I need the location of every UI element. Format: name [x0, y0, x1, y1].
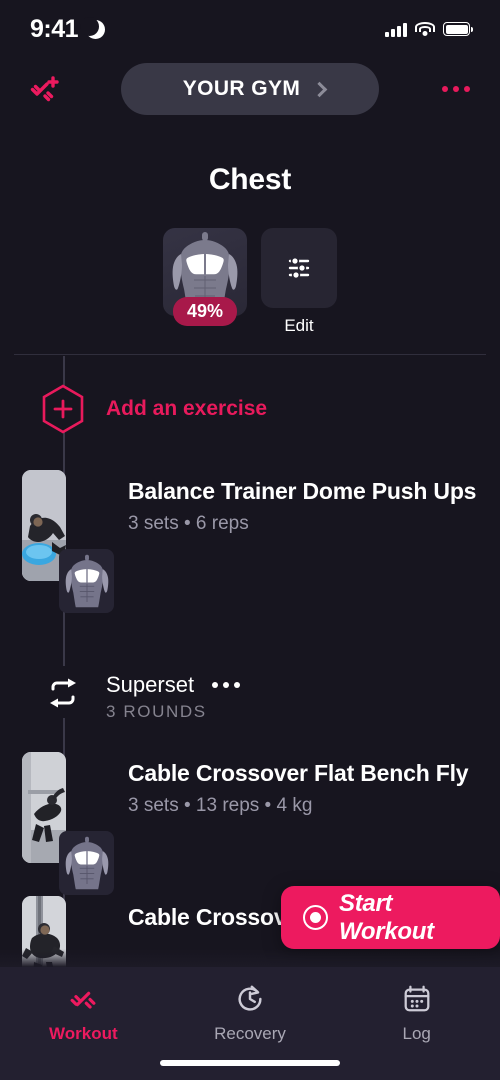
- home-indicator: [160, 1060, 340, 1066]
- status-left: 9:41: [30, 14, 106, 44]
- crescent-moon-icon: [80, 16, 106, 39]
- gym-selector-button[interactable]: YOUR GYM: [121, 63, 379, 115]
- gym-label: YOUR GYM: [182, 77, 301, 100]
- page-title: Chest: [208, 163, 292, 196]
- hexagon-plus-icon: [39, 382, 87, 436]
- add-workout-button[interactable]: [22, 67, 66, 111]
- muscle-badge-1: [59, 549, 114, 613]
- superset-rounds: 3 ROUNDS: [106, 702, 207, 721]
- tab-log[interactable]: Log: [333, 983, 500, 1044]
- exercise-meta: 3 sets • 13 reps • 4 kg: [128, 795, 313, 817]
- bottom-scrim: [0, 949, 500, 967]
- status-right: [385, 21, 473, 37]
- top-bar: YOUR GYM: [0, 60, 500, 118]
- exercise-name: Cable Crossover Flat Bench Fly: [128, 760, 469, 786]
- muscle-map-card[interactable]: 49%: [163, 228, 247, 326]
- tab-workout[interactable]: Workout: [0, 983, 167, 1044]
- muscle-summary-row: 49% Edit: [0, 228, 500, 336]
- record-circle-icon: [303, 905, 328, 930]
- exercise-row-2[interactable]: Cable Crossover Flat Bench Fly 3 sets • …: [0, 752, 500, 895]
- superset-more-button[interactable]: [212, 682, 241, 688]
- battery-icon: [443, 22, 473, 36]
- start-workout-label: Start Workout: [339, 889, 434, 945]
- exercise-thumbnail-2: [22, 752, 114, 895]
- exercise-name: Balance Trainer Dome Push Ups: [128, 478, 477, 504]
- start-workout-button[interactable]: Start Workout: [281, 886, 500, 949]
- sliders-icon: [288, 256, 310, 280]
- chevron-right-icon: [311, 81, 328, 97]
- torso-muscle-icon: [65, 836, 108, 890]
- wifi-icon: [415, 21, 435, 37]
- superset-text: Superset 3 ROUNDS: [106, 672, 241, 722]
- dumbbell-plus-icon: [30, 76, 59, 102]
- status-bar: 9:41: [0, 0, 500, 58]
- app-screen: 9:41 YOUR GYM Chest 49% Edit Add an exer…: [0, 0, 500, 1080]
- tab-recovery-label: Recovery: [214, 1024, 286, 1043]
- exercise-row-1[interactable]: Balance Trainer Dome Push Ups 3 sets • 6…: [0, 470, 500, 613]
- calendar-icon: [404, 985, 430, 1012]
- superset-header: Superset 3 ROUNDS: [0, 672, 500, 722]
- edit-section: Edit: [261, 228, 337, 336]
- tab-recovery[interactable]: Recovery: [167, 983, 334, 1044]
- edit-button[interactable]: [261, 228, 337, 308]
- exercise-meta: 3 sets • 6 reps: [128, 513, 249, 535]
- add-exercise-button[interactable]: Add an exercise: [0, 382, 500, 436]
- more-options-button[interactable]: [434, 67, 478, 111]
- section-divider: [14, 354, 486, 355]
- tab-workout-label: Workout: [49, 1024, 118, 1043]
- exercise-thumbnail-1: [22, 470, 114, 613]
- tab-log-label: Log: [402, 1024, 431, 1043]
- more-horizontal-icon: [442, 86, 470, 92]
- edit-label: Edit: [284, 316, 314, 335]
- repeat-button[interactable]: [39, 672, 87, 710]
- status-time: 9:41: [30, 14, 79, 43]
- exercise-text-2: Cable Crossover Flat Bench Fly 3 sets • …: [128, 752, 500, 817]
- add-exercise-label: Add an exercise: [106, 397, 268, 420]
- muscle-percent-badge: 49%: [172, 297, 238, 326]
- clock-refresh-icon: [238, 985, 262, 1011]
- exercise-text-1: Balance Trainer Dome Push Ups 3 sets • 6…: [128, 470, 500, 535]
- superset-head: Superset: [106, 672, 241, 698]
- torso-muscle-icon: [65, 554, 108, 608]
- cellular-signal-icon: [385, 22, 407, 37]
- muscle-badge-2: [59, 831, 114, 895]
- repeat-icon: [50, 678, 76, 708]
- superset-title: Superset: [106, 672, 195, 697]
- dumbbell-icon: [70, 991, 96, 1009]
